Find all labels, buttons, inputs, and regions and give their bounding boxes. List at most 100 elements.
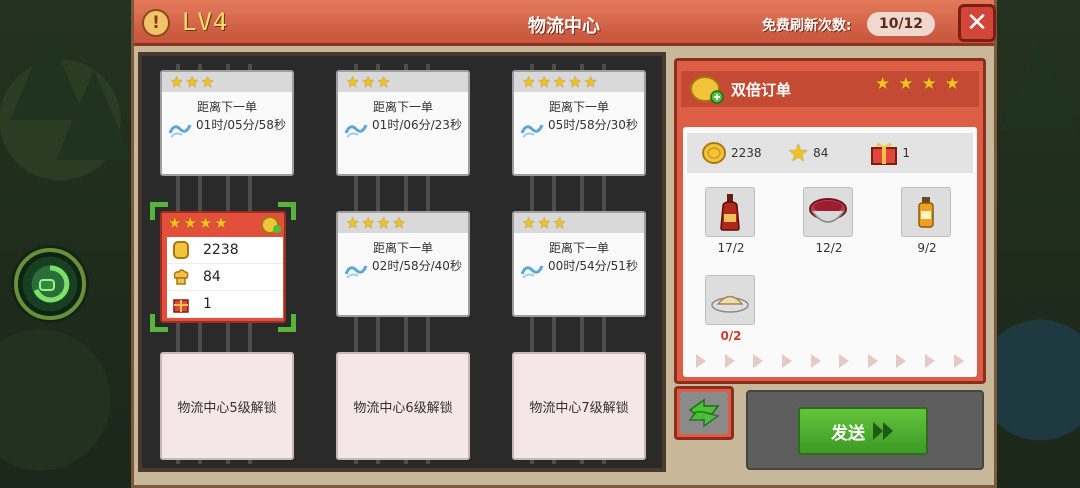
reward-row-gifts: 1	[167, 291, 283, 318]
hourglass-wave-icon	[344, 124, 368, 138]
required-item[interactable]: 0/2	[705, 275, 757, 343]
send-area: 发送	[746, 390, 984, 470]
order-slot[interactable]: ★ ★ ★ 距离下一单 01时/06分/23秒	[336, 70, 470, 176]
tree-decoration	[56, 70, 132, 160]
next-order-label: 距离下一单	[196, 100, 257, 114]
swap-order-button[interactable]	[674, 386, 734, 440]
detail-title: 双倍订单	[731, 81, 792, 99]
close-icon: ✕	[966, 8, 988, 38]
star-icon: ★	[537, 213, 551, 232]
locked-slot-level-7[interactable]: 物流中心7级解锁	[512, 352, 646, 460]
item-slot	[901, 187, 951, 237]
reward-exp: ★ 84	[788, 141, 829, 165]
soy-sauce-bottle-icon	[720, 194, 740, 231]
next-order-label: 距离下一单	[372, 100, 433, 114]
coin-icon	[702, 142, 726, 164]
free-refresh-count: 10/12	[867, 12, 935, 36]
countdown-timer: 01时/05分/58秒	[196, 118, 286, 132]
order-detail-panel: 双倍订单 ★ ★ ★ ★ 2238 ★ 84 1 17/2 12/2 9/2 0…	[674, 58, 986, 384]
slot-stars: ★ ★ ★	[338, 72, 468, 92]
juice-bottle-icon	[918, 197, 934, 228]
exp-star-icon: ★	[787, 139, 810, 167]
star-icon: ★	[552, 213, 567, 232]
order-slot[interactable]: ★ ★ ★ ★ 距离下一单 02时/58分/40秒	[336, 211, 470, 317]
required-item[interactable]: 12/2	[803, 187, 855, 255]
reward-gifts: 1	[870, 141, 910, 165]
page-title: 物流中心	[528, 16, 600, 37]
game-menu-button[interactable]	[14, 248, 86, 320]
star-icon: ★	[522, 213, 536, 232]
next-order-label: 距离下一单	[548, 100, 609, 114]
logistics-window: ! LV4 物流中心 免费刷新次数: 10/12 ✕ ★ ★ ★ 距离下一单 01时…	[131, 0, 997, 488]
soup-bowl-icon	[809, 198, 847, 223]
flour-plate-icon	[711, 295, 749, 313]
slot-stars: ★ ★ ★	[514, 213, 644, 233]
selection-corner	[278, 202, 296, 220]
star-icon: ★	[537, 72, 551, 91]
slot-stars: ★ ★ ★	[162, 72, 292, 92]
selected-reward-list: 2238 84 1	[167, 237, 283, 318]
locked-slot-level-6[interactable]: 物流中心6级解锁	[336, 352, 470, 460]
order-slot[interactable]: ★ ★ ★ 距离下一单 00时/54分/51秒	[512, 211, 646, 317]
star-icon: ★	[944, 74, 960, 94]
reward-row-exp: 84	[167, 264, 283, 291]
chef-hat-icon	[173, 269, 189, 285]
timer-row: 02时/58分/40秒	[338, 256, 468, 280]
star-icon: ★	[185, 72, 199, 91]
reward-gifts-value: 1	[902, 146, 910, 160]
star-icon: ★	[200, 72, 215, 91]
swap-arrows-icon	[688, 398, 720, 428]
timer-row: 01时/05分/58秒	[162, 115, 292, 139]
detail-body: 2238 ★ 84 1 17/2 12/2 9/2 0/2	[683, 127, 977, 377]
star-icon: ★	[875, 74, 891, 94]
timer-row: 01时/06分/23秒	[338, 115, 468, 139]
selected-order-card[interactable]: ★ ★ ★ ★ 2238 84 1	[160, 211, 286, 323]
progress-arrows	[687, 353, 973, 369]
hourglass-wave-icon	[520, 265, 544, 279]
countdown-timer: 00时/54分/51秒	[548, 259, 638, 273]
star-icon: ★	[583, 72, 598, 91]
star-icon: ★	[168, 214, 182, 232]
close-button[interactable]: ✕	[958, 4, 996, 42]
countdown-timer: 01时/06分/23秒	[372, 118, 462, 132]
star-icon: ★	[522, 72, 536, 91]
countdown-timer: 02时/58分/40秒	[372, 259, 462, 273]
star-icon: ★	[898, 74, 914, 94]
item-slot	[705, 275, 755, 325]
reward-exp-value: 84	[813, 146, 829, 160]
locked-slot-level-5[interactable]: 物流中心5级解锁	[160, 352, 294, 460]
coin-icon	[173, 241, 189, 259]
item-count: 17/2	[717, 241, 745, 255]
order-board: ★ ★ ★ 距离下一单 01时/05分/58秒 ★ ★ ★ 距离下一单 01时/06分/…	[138, 52, 666, 472]
star-icon: ★	[568, 72, 582, 91]
selection-corner	[150, 314, 168, 332]
star-icon: ★	[361, 72, 375, 91]
item-count-insufficient: 0/2	[720, 329, 742, 343]
order-slot[interactable]: ★ ★ ★ ★ ★ 距离下一单 05时/58分/30秒	[512, 70, 646, 176]
selection-corner	[278, 314, 296, 332]
timer-row: 05时/58分/30秒	[514, 115, 644, 139]
item-slot	[705, 187, 755, 237]
selection-corner	[150, 202, 168, 220]
slot-stars: ★ ★ ★ ★ ★	[514, 72, 644, 92]
required-item[interactable]: 9/2	[901, 187, 953, 255]
double-coin-icon	[690, 76, 724, 104]
order-slot[interactable]: ★ ★ ★ 距离下一单 01时/05分/58秒	[160, 70, 294, 176]
reward-coins-value: 2238	[731, 146, 762, 160]
star-icon: ★	[376, 72, 391, 91]
title-bar: ! LV4 物流中心 免费刷新次数: 10/12 ✕	[134, 0, 996, 46]
reward-gifts-value: 1	[203, 296, 212, 312]
next-order-label: 距离下一单	[372, 241, 433, 255]
countdown-timer: 05时/58分/30秒	[548, 118, 638, 132]
hourglass-wave-icon	[520, 124, 544, 138]
gift-box-icon	[173, 299, 189, 313]
required-item[interactable]: 17/2	[705, 187, 757, 255]
star-icon: ★	[361, 213, 375, 232]
send-button[interactable]: 发送	[798, 407, 928, 455]
timer-row: 00时/54分/51秒	[514, 256, 644, 280]
free-refresh-label: 免费刷新次数:	[762, 18, 852, 34]
gift-box-icon	[871, 143, 898, 165]
send-button-label: 发送	[831, 423, 865, 444]
hourglass-wave-icon	[344, 265, 368, 279]
star-icon: ★	[198, 214, 213, 232]
